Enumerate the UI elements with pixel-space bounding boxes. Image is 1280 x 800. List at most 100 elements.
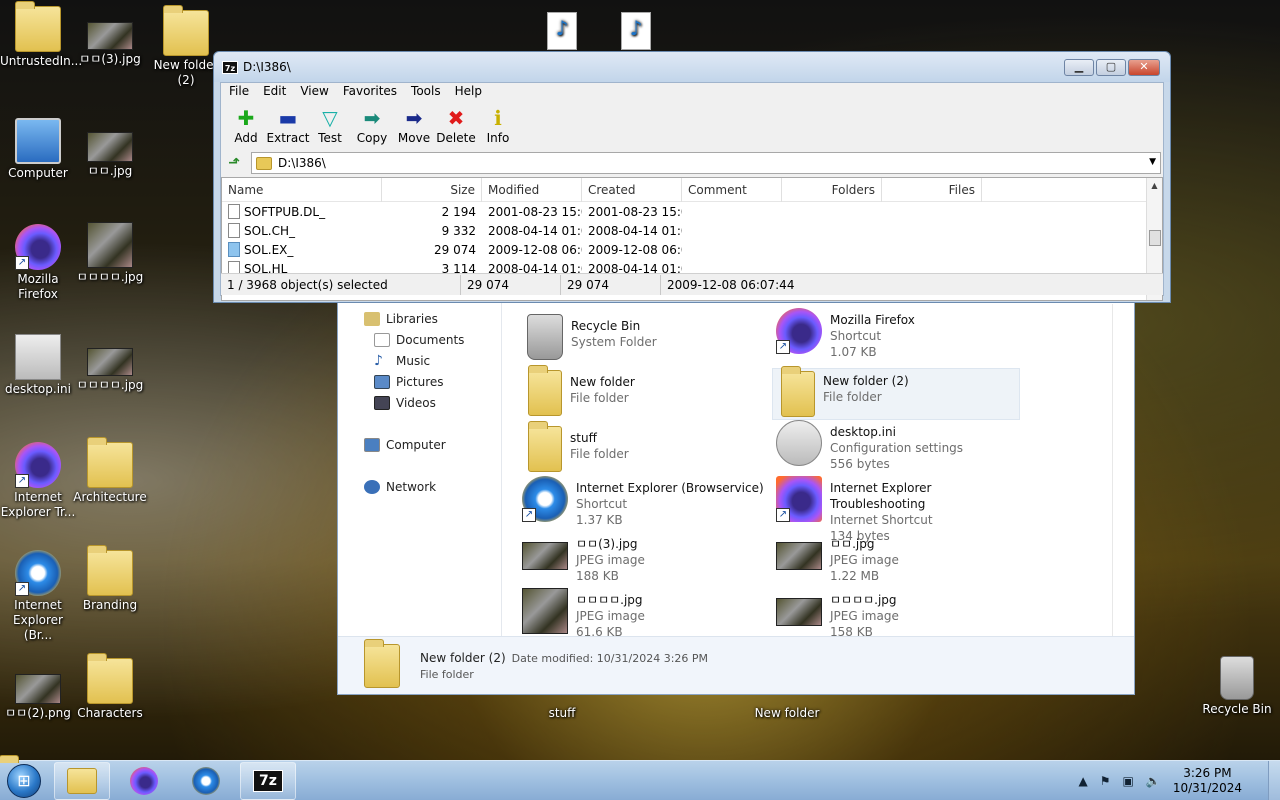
start-button[interactable]: ⊞ bbox=[0, 761, 48, 800]
desktop-icon-untrusted[interactable]: UntrustedIn... bbox=[0, 1, 82, 69]
address-input[interactable]: D:\I386\ ▼ bbox=[251, 152, 1161, 174]
desktop-icon-computer[interactable]: Computer bbox=[0, 118, 76, 181]
computer-icon bbox=[15, 118, 61, 164]
desktop-icon-new-folder[interactable]: New folder bbox=[749, 706, 825, 721]
desktop-icon-image-2[interactable]: ㅁㅁ(2).png bbox=[0, 662, 76, 721]
extract-button[interactable]: ▬ Extract bbox=[266, 99, 310, 149]
close-button[interactable]: ✕ bbox=[1128, 59, 1160, 76]
chevron-down-icon[interactable]: ▼ bbox=[1149, 157, 1156, 167]
clock[interactable]: 3:26 PM 10/31/2024 bbox=[1173, 766, 1242, 796]
scroll-thumb[interactable] bbox=[1149, 230, 1161, 246]
table-row[interactable]: SOFTPUB.DL_ 2 194 2001-08-23 15:00 2001-… bbox=[222, 202, 1162, 221]
up-folder-button[interactable]: ⬏ bbox=[223, 153, 245, 173]
folder-icon bbox=[87, 653, 133, 704]
desktop-icon-image[interactable]: ㅁㅁ.jpg bbox=[72, 132, 148, 179]
add-icon: ✚ bbox=[237, 106, 255, 130]
show-desktop-button[interactable] bbox=[1268, 761, 1280, 800]
desktop-icon-wav-1[interactable]: ♪ bbox=[524, 12, 600, 52]
move-button[interactable]: ➡ Move bbox=[393, 99, 435, 149]
file-item[interactable]: New folder File folder bbox=[522, 365, 770, 422]
nav-pictures[interactable]: Pictures bbox=[338, 371, 501, 392]
file-item[interactable]: stuff File folder bbox=[522, 421, 770, 478]
taskbar-ie[interactable] bbox=[178, 762, 234, 800]
file-item[interactable]: ↗ Internet Explorer (Browservice) Shortcu… bbox=[522, 476, 770, 528]
firefox-icon: ↗ bbox=[776, 308, 822, 354]
table-row-selected[interactable]: SOL.EX_ 29 074 2009-12-08 06:07 2009-12-… bbox=[222, 240, 1162, 259]
taskbar-explorer[interactable] bbox=[54, 761, 110, 800]
file-item[interactable]: ㅁㅁ.jpg JPEG image 1.22 MB bbox=[776, 532, 1024, 584]
maximize-button[interactable]: ▢ bbox=[1096, 59, 1126, 76]
cell-modified: 2008-04-14 01:00 bbox=[488, 223, 582, 238]
cell-modified: 2001-08-23 15:00 bbox=[488, 204, 582, 219]
file-type: Internet Shortcut bbox=[830, 513, 933, 527]
move-icon: ➡ bbox=[405, 106, 423, 130]
nav-videos[interactable]: Videos bbox=[338, 392, 501, 413]
desktop-icon-label: Branding bbox=[82, 598, 138, 612]
delete-button[interactable]: ✖ Delete bbox=[435, 99, 477, 149]
taskbar-firefox[interactable] bbox=[116, 762, 172, 800]
sevenzip-titlebar[interactable]: 7z D:\I386\ ▁ ▢ ✕ bbox=[214, 52, 1170, 82]
volume-icon[interactable]: 🔈 bbox=[1146, 774, 1161, 788]
nav-documents[interactable]: Documents bbox=[338, 329, 501, 350]
file-item[interactable]: ㅁㅁㅁㅁ.jpg JPEG image 61.6 KB bbox=[522, 588, 770, 636]
menu-edit[interactable]: Edit bbox=[263, 84, 286, 98]
desktop-icon-ie-browservice[interactable]: ↗ Internet Explorer (Br... bbox=[0, 550, 76, 643]
menu-help[interactable]: Help bbox=[455, 84, 482, 98]
add-button[interactable]: ✚ Add bbox=[225, 99, 267, 149]
network-icon[interactable]: ▣ bbox=[1123, 774, 1134, 788]
taskbar-7zip[interactable]: 7z bbox=[240, 761, 296, 800]
table-row[interactable]: SOL.CH_ 9 332 2008-04-14 01:00 2008-04-1… bbox=[222, 221, 1162, 240]
desktop-icon-firefox[interactable]: ↗ Mozilla Firefox bbox=[0, 224, 76, 302]
column-comment[interactable]: Comment bbox=[682, 178, 782, 202]
file-item[interactable]: ↗ Internet Explorer Troubleshooting Inter… bbox=[776, 476, 1024, 543]
column-size[interactable]: Size bbox=[382, 178, 482, 202]
desktop-icon-label: Internet Explorer Tr... bbox=[0, 490, 76, 519]
desktop-icon-label: Computer bbox=[8, 166, 68, 180]
file-item-selected[interactable]: New folder (2) File folder bbox=[772, 366, 1020, 420]
desktop-icon-ie-troubleshooting[interactable]: ↗ Internet Explorer Tr... bbox=[0, 442, 76, 520]
desktop-icon-recycle-bin[interactable]: Recycle Bin bbox=[1199, 656, 1275, 717]
copy-button[interactable]: ➡ Copy bbox=[351, 99, 393, 149]
column-name[interactable]: Name bbox=[222, 178, 382, 202]
menu-file[interactable]: File bbox=[229, 84, 249, 98]
nav-libraries[interactable]: Libraries bbox=[338, 308, 501, 329]
desktop-icon-architecture[interactable]: Architecture bbox=[72, 437, 148, 505]
column-modified[interactable]: Modified bbox=[482, 178, 582, 202]
desktop-icon-image-5[interactable]: ㅁㅁㅁㅁ.jpg bbox=[72, 348, 148, 393]
desktop-icon-characters[interactable]: Characters bbox=[72, 653, 148, 721]
show-hidden-icons-icon[interactable]: ▲ bbox=[1079, 774, 1088, 788]
desktop-icon-desktop-ini[interactable]: desktop.ini bbox=[0, 334, 76, 397]
nav-computer[interactable]: Computer bbox=[338, 434, 501, 455]
file-item[interactable]: ㅁㅁㅁㅁ.jpg JPEG image 158 KB bbox=[776, 588, 1024, 636]
file-item[interactable]: Recycle Bin System Folder bbox=[522, 314, 770, 366]
details-type: File folder bbox=[420, 667, 474, 681]
toolbar-label: Test bbox=[318, 131, 342, 145]
desktop-icon-image-4[interactable]: ㅁㅁㅁㅁ.jpg bbox=[72, 222, 148, 285]
file-item[interactable]: desktop.ini Configuration settings 556 byt… bbox=[776, 420, 1024, 472]
info-button[interactable]: ℹ Info bbox=[477, 99, 519, 149]
file-list-scrollbar[interactable] bbox=[1112, 304, 1126, 636]
column-files[interactable]: Files bbox=[882, 178, 982, 202]
toolbar-label: Extract bbox=[266, 131, 310, 145]
menu-favorites[interactable]: Favorites bbox=[343, 84, 397, 98]
scroll-up-icon[interactable]: ▲ bbox=[1147, 178, 1162, 194]
test-button[interactable]: ▽ Test bbox=[309, 99, 351, 149]
file-item[interactable]: ㅁㅁ(3).jpg JPEG image 188 KB bbox=[522, 532, 770, 584]
desktop-icon-image-3[interactable]: ㅁㅁ(3).jpg bbox=[72, 22, 148, 67]
clock-date: 10/31/2024 bbox=[1172, 781, 1242, 795]
column-created[interactable]: Created bbox=[582, 178, 682, 202]
flag-icon[interactable]: ⚑ bbox=[1100, 774, 1111, 788]
folder-icon bbox=[781, 366, 815, 417]
desktop-icon-branding[interactable]: Branding bbox=[72, 545, 148, 613]
minimize-button[interactable]: ▁ bbox=[1064, 59, 1094, 76]
nav-music[interactable]: ♪ Music bbox=[338, 350, 501, 371]
column-folders[interactable]: Folders bbox=[782, 178, 882, 202]
menu-tools[interactable]: Tools bbox=[411, 84, 441, 98]
menu-view[interactable]: View bbox=[300, 84, 328, 98]
videos-icon bbox=[374, 395, 390, 410]
file-name: New folder (2) bbox=[823, 374, 909, 388]
nav-network[interactable]: Network bbox=[338, 476, 501, 497]
desktop-icon-wav-2[interactable]: ♪ bbox=[598, 12, 674, 52]
file-item[interactable]: ↗ Mozilla Firefox Shortcut 1.07 KB bbox=[776, 308, 1024, 360]
desktop-icon-stuff[interactable]: stuff bbox=[524, 706, 600, 721]
